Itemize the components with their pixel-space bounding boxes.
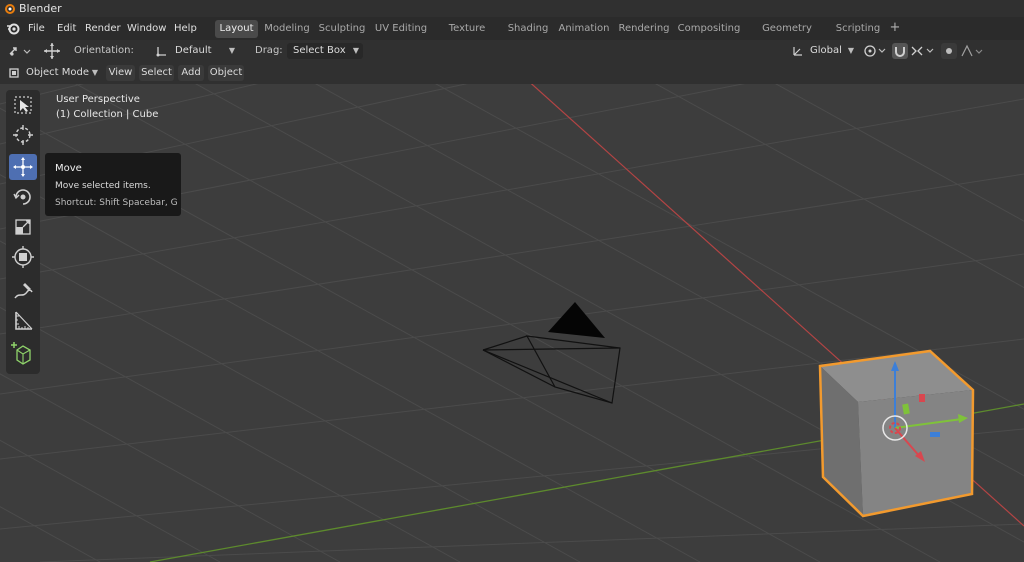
transform-orientation-dropdown[interactable]: Global ▼ (790, 43, 858, 59)
add-cube-tool[interactable] (9, 340, 37, 366)
rotate-tool-icon (13, 189, 31, 205)
falloff-curve-icon[interactable] (960, 44, 984, 58)
move-gizmo-icon[interactable] (42, 42, 62, 60)
menu-render[interactable]: Render (85, 17, 121, 40)
select-menu[interactable]: Select (139, 65, 174, 81)
viewport-header: Object Mode ▼ View Select Add Object (0, 62, 1024, 84)
blender-logo-icon (5, 4, 15, 14)
rotate-tool[interactable] (9, 184, 37, 210)
chevron-down-icon: ▼ (228, 46, 235, 55)
menu-edit[interactable]: Edit (57, 17, 76, 40)
menu-file[interactable]: File (28, 17, 45, 40)
blender-menu-icon[interactable] (6, 21, 21, 36)
view-menu[interactable]: View (106, 65, 135, 81)
tab-layout[interactable]: Layout (215, 20, 258, 38)
measure-tool[interactable] (9, 308, 37, 334)
add-menu[interactable]: Add (178, 65, 204, 81)
move-tool[interactable] (9, 154, 37, 180)
tab-uv-editing[interactable]: UV Editing (373, 20, 429, 38)
proportional-editing-toggle[interactable] (941, 43, 957, 59)
global-axes-icon (793, 47, 802, 56)
tooltip-title: Move (55, 163, 82, 174)
tab-sculpting[interactable]: Sculpting (317, 20, 367, 38)
scale-tool[interactable] (9, 214, 37, 240)
snap-toggle[interactable] (892, 43, 908, 59)
tool-settings-header: Orientation: Default ▼ Drag: Select Box … (0, 40, 1024, 62)
snap-target-icon[interactable] (910, 44, 936, 58)
select-box-tool-icon (14, 96, 32, 114)
pivot-point-icon[interactable] (862, 44, 888, 58)
object-menu[interactable]: Object (208, 65, 244, 81)
tab-animation[interactable]: Animation (557, 20, 611, 38)
mode-dropdown[interactable]: Object Mode ▼ (6, 65, 102, 81)
transform-orientation-value: Global (810, 45, 842, 56)
orientation-dropdown[interactable]: Default ▼ (153, 43, 239, 59)
annotate-tool[interactable] (9, 278, 37, 304)
orientation-value: Default (175, 45, 212, 56)
orientation-axes-icon (156, 47, 166, 57)
drag-label: Drag: (255, 45, 283, 56)
proportional-editing-icon (946, 48, 952, 54)
chevron-down-icon: ▼ (847, 46, 854, 55)
select-box-tool[interactable] (9, 92, 37, 118)
mode-value: Object Mode (26, 67, 89, 78)
measure-tool-icon (15, 311, 33, 330)
tab-texture-paint[interactable]: Texture Paint (435, 20, 499, 52)
add-cube-tool-icon (11, 342, 31, 365)
tool-shelf (6, 90, 40, 374)
tab-shading[interactable]: Shading (505, 20, 551, 38)
cursor-tool[interactable] (9, 122, 37, 148)
drag-value: Select Box (293, 45, 346, 56)
menu-help[interactable]: Help (174, 17, 197, 40)
tab-geometry-nodes[interactable]: Geometry Nodes (746, 20, 828, 52)
transform-tool-selector-icon[interactable] (8, 44, 32, 58)
tooltip-description: Move selected items. (55, 181, 151, 191)
collection-label: (1) Collection | Cube (56, 109, 159, 120)
perspective-label: User Perspective (56, 94, 140, 105)
title-bar: Blender (0, 0, 1024, 17)
chevron-down-icon: ▼ (91, 68, 98, 77)
tab-compositing[interactable]: Compositing (677, 20, 741, 38)
top-bar: File Edit Render Window Help Layout Mode… (0, 17, 1024, 52)
transform-tool[interactable] (9, 244, 37, 270)
chevron-down-icon: ▼ (352, 46, 359, 55)
tooltip-shortcut: Shortcut: Shift Spacebar, G (55, 198, 178, 208)
transform-tool-icon (12, 246, 34, 268)
window-title: Blender (19, 2, 62, 15)
viewport-info: User Perspective (1) Collection | Cube (56, 92, 158, 122)
cursor-tool-icon (13, 125, 33, 145)
tab-rendering[interactable]: Rendering (617, 20, 671, 38)
add-workspace-button[interactable]: + (888, 20, 902, 38)
magnet-icon (895, 47, 905, 57)
annotate-tool-icon (14, 283, 33, 299)
tab-scripting[interactable]: Scripting (834, 20, 882, 38)
object-mode-icon (9, 68, 19, 78)
tab-modeling[interactable]: Modeling (262, 20, 312, 38)
orientation-label: Orientation: (74, 45, 134, 56)
move-tool-icon (13, 157, 33, 177)
scale-tool-icon (15, 219, 31, 235)
move-tool-tooltip: Move Move selected items. Shortcut: Shif… (45, 153, 181, 216)
drag-dropdown[interactable]: Select Box ▼ (287, 43, 363, 59)
menu-window[interactable]: Window (127, 17, 166, 40)
